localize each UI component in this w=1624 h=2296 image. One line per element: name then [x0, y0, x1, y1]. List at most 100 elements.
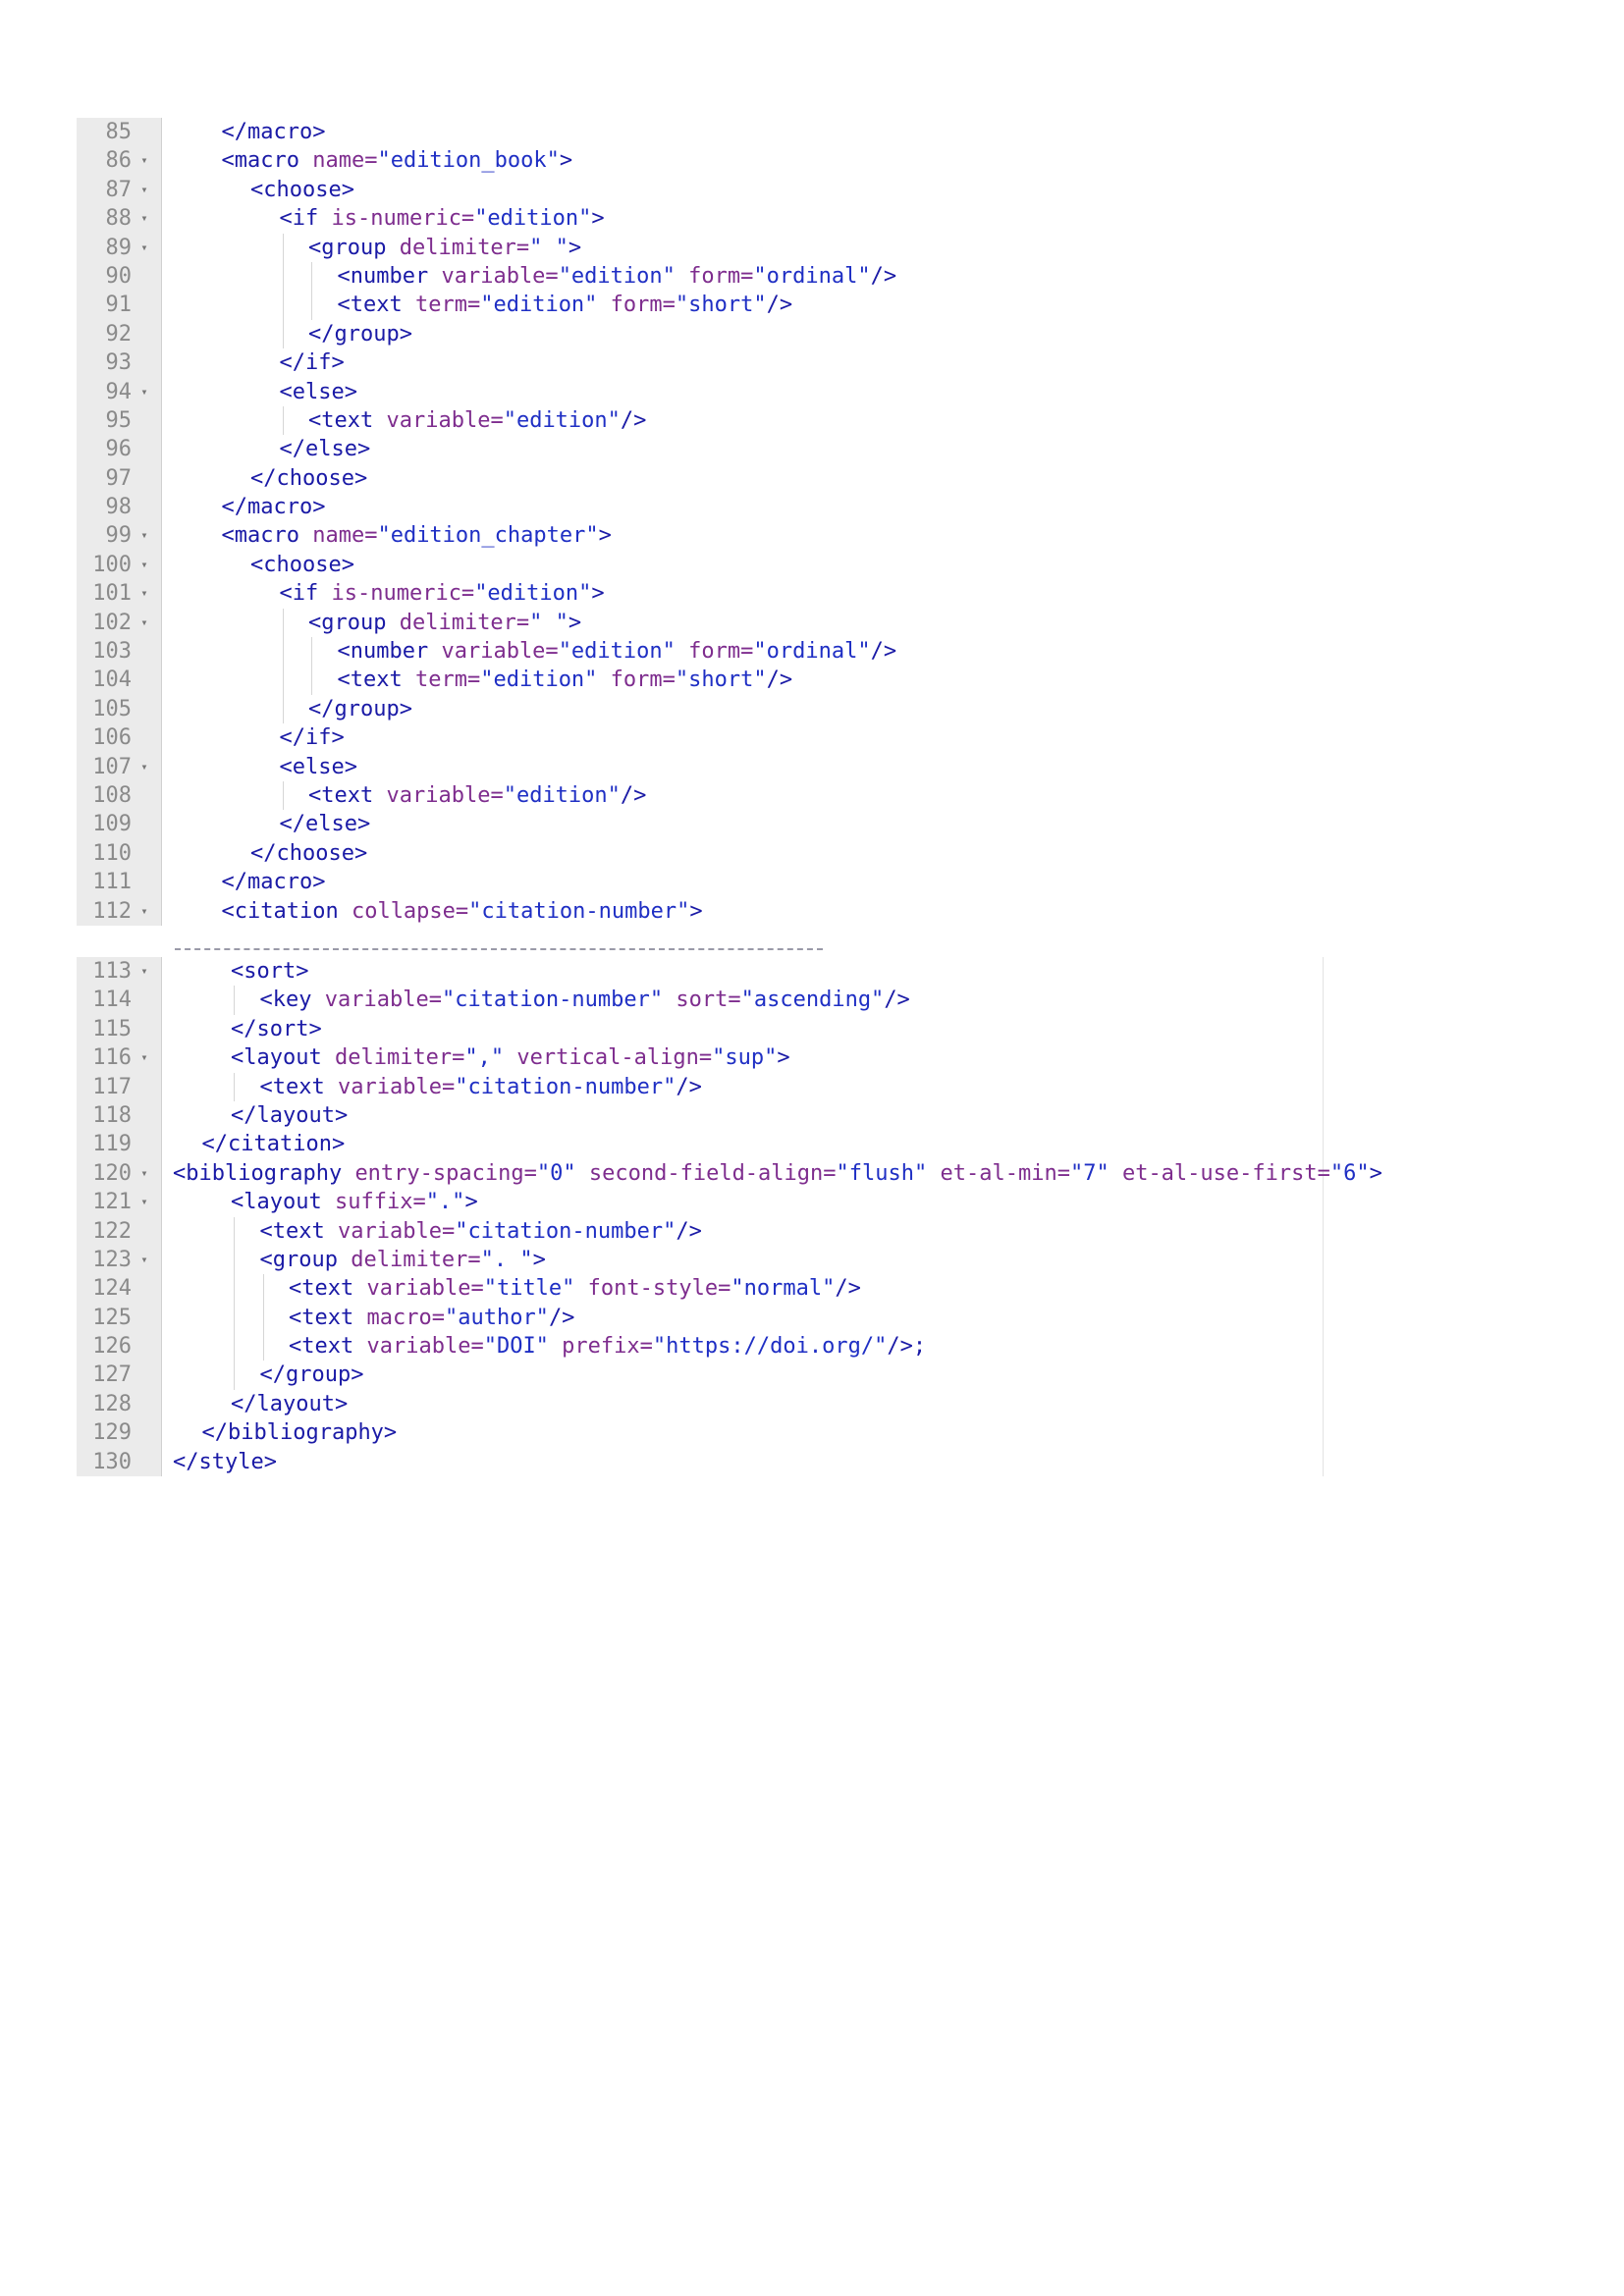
caret-down-icon[interactable]: ▾	[137, 957, 151, 986]
code-text: <macro name="edition_chapter">	[222, 521, 612, 550]
indent-guide	[282, 637, 284, 667]
code-line[interactable]: 103 <number variable="edition" form="ordi…	[77, 637, 1324, 667]
code-line[interactable]: 107 ▾ <else>	[77, 753, 1324, 781]
code-line[interactable]: 106 </if>	[77, 723, 1324, 752]
caret-down-icon[interactable]: ▾	[137, 146, 151, 175]
code-line[interactable]: 88 ▾ <if is-numeric="edition">	[77, 204, 1324, 233]
code-editor-panel-bottom[interactable]: 113 ▾ <sort> 114 <key variable="citation-num…	[77, 948, 1382, 1477]
code-token: />	[870, 639, 897, 665]
code-text: <number variable="edition" form="ordinal…	[338, 637, 897, 666]
code-line[interactable]: 99 ▾ <macro name="edition_chapter">	[77, 521, 1324, 550]
code-line[interactable]: 117 <text variable="citation-number"/>	[77, 1072, 1324, 1101]
caret-down-icon[interactable]: ▾	[137, 176, 151, 204]
code-line[interactable]: 119 </citation>	[77, 1130, 1324, 1158]
caret-down-icon[interactable]: ▾	[137, 579, 151, 608]
code-line[interactable]: 95 <text variable="edition"/>	[77, 405, 1324, 436]
code-line[interactable]: 116 ▾ <layout delimiter="," vertical-align…	[77, 1043, 1324, 1072]
caret-down-icon[interactable]: ▾	[137, 753, 151, 781]
line-number: 87	[105, 177, 133, 202]
caret-down-icon[interactable]: ▾	[137, 1159, 151, 1188]
line-number: 113	[92, 959, 132, 984]
caret-down-icon[interactable]: ▾	[137, 204, 151, 233]
code-line[interactable]: 129 </bibliography>	[77, 1418, 1324, 1447]
caret-down-icon[interactable]: ▾	[137, 897, 151, 926]
code-line[interactable]: 118 </layout>	[77, 1101, 1324, 1130]
caret-down-icon[interactable]: ▾	[137, 1246, 151, 1274]
code-token: >	[559, 148, 573, 174]
caret-down-icon[interactable]: ▾	[137, 609, 151, 637]
code-token: "6"	[1329, 1160, 1370, 1186]
code-line[interactable]: 104 <text term="edition" form="short"/>	[77, 666, 1324, 695]
code-text: </macro>	[222, 868, 326, 896]
code-line[interactable]: 122 <text variable="citation-number"/>	[77, 1216, 1324, 1246]
code-token: "normal"	[731, 1276, 836, 1302]
caret-down-icon[interactable]: ▾	[137, 1188, 151, 1216]
code-token: "short"	[675, 293, 767, 318]
code-line[interactable]: 111 </macro>	[77, 868, 1324, 896]
code-text: </if>	[280, 723, 345, 752]
code-line[interactable]: 128 </layout>	[77, 1390, 1324, 1418]
code-line[interactable]: 102 ▾ <group delimiter=" ">	[77, 608, 1324, 638]
code-line[interactable]: 109 </else>	[77, 810, 1324, 838]
code-token: "citation-number"	[441, 988, 664, 1013]
caret-down-icon[interactable]: ▾	[137, 234, 151, 262]
code-line[interactable]: 101 ▾ <if is-numeric="edition">	[77, 579, 1324, 608]
code-editor-panel-top[interactable]: 85 </macro> 86 ▾ <macro name="edition_book">…	[77, 118, 1324, 926]
code-line[interactable]: 89 ▾ <group delimiter=" ">	[77, 233, 1324, 262]
code-line[interactable]: 87 ▾ <choose>	[77, 176, 1324, 204]
line-number: 94	[105, 379, 133, 404]
code-token: </choose>	[250, 840, 368, 866]
code-line[interactable]: 100 ▾ <choose>	[77, 551, 1324, 579]
line-number: 93	[105, 350, 133, 376]
line-number: 112	[92, 898, 132, 924]
code-line[interactable]: 121 ▾ <layout suffix=".">	[77, 1188, 1324, 1216]
code-line[interactable]: 115 </sort>	[77, 1015, 1324, 1043]
code-line[interactable]: 97 </choose>	[77, 464, 1324, 493]
code-line[interactable]: 86 ▾ <macro name="edition_book">	[77, 146, 1324, 175]
code-line[interactable]: 125 <text macro="author"/>	[77, 1303, 1324, 1333]
code-line[interactable]: 92 </group>	[77, 319, 1324, 349]
code-line[interactable]: 123 ▾ <group delimiter=". ">	[77, 1245, 1324, 1275]
code-line[interactable]: 105 </group>	[77, 694, 1324, 724]
code-line[interactable]: 110 </choose>	[77, 839, 1324, 868]
code-text: <layout delimiter="," vertical-align="su…	[231, 1043, 790, 1072]
code-line[interactable]: 93 </if>	[77, 348, 1324, 377]
code-token: "0"	[536, 1160, 576, 1186]
line-number: 86	[105, 148, 133, 174]
code-token: "edition_book"	[377, 148, 560, 174]
code-line[interactable]: 96 </else>	[77, 435, 1324, 463]
code-line[interactable]: 85 </macro>	[77, 118, 1324, 146]
code-text: <sort>	[231, 957, 308, 986]
code-token: prefix=	[548, 1334, 653, 1360]
code-line[interactable]: 127 </group>	[77, 1361, 1324, 1390]
code-line[interactable]: 91 <text term="edition" form="short"/>	[77, 291, 1324, 320]
code-line[interactable]: 114 <key variable="citation-number" sort=…	[77, 986, 1324, 1015]
code-line[interactable]: 94 ▾ <else>	[77, 378, 1324, 406]
code-line[interactable]: 126 <text variable="DOI" prefix="https://…	[77, 1332, 1324, 1362]
code-token: "edition"	[503, 782, 621, 808]
code-token: variable=	[386, 782, 504, 808]
line-number: 104	[92, 667, 132, 693]
code-line[interactable]: 124 <text variable="title" font-style="no…	[77, 1274, 1324, 1304]
code-line[interactable]: 113 ▾ <sort>	[77, 957, 1324, 986]
indent-guide	[262, 1303, 264, 1333]
caret-down-icon[interactable]: ▾	[137, 521, 151, 550]
code-token: <else>	[279, 379, 357, 404]
code-token: "edition"	[480, 293, 598, 318]
code-text: </macro>	[222, 493, 326, 521]
code-token: </bibliography>	[201, 1420, 398, 1446]
code-token: />;	[887, 1334, 927, 1360]
code-token: </if>	[279, 725, 345, 751]
caret-down-icon[interactable]: ▾	[137, 378, 151, 406]
code-token: "DOI"	[483, 1334, 549, 1360]
line-number: 97	[105, 465, 133, 491]
code-line[interactable]: 108 <text variable="edition"/>	[77, 780, 1324, 811]
code-line[interactable]: 90 <number variable="edition" form="ordin…	[77, 261, 1324, 292]
code-line[interactable]: 130 </style>	[77, 1448, 1324, 1476]
code-line[interactable]: 98 </macro>	[77, 493, 1324, 521]
caret-down-icon[interactable]: ▾	[137, 1043, 151, 1072]
code-line[interactable]: 120 ▾ <bibliography entry-spacing="0" seco…	[77, 1159, 1382, 1188]
code-line[interactable]: 112 ▾ <citation collapse="citation-number"…	[77, 897, 1324, 926]
caret-down-icon[interactable]: ▾	[137, 551, 151, 579]
line-number: 99	[105, 523, 133, 549]
